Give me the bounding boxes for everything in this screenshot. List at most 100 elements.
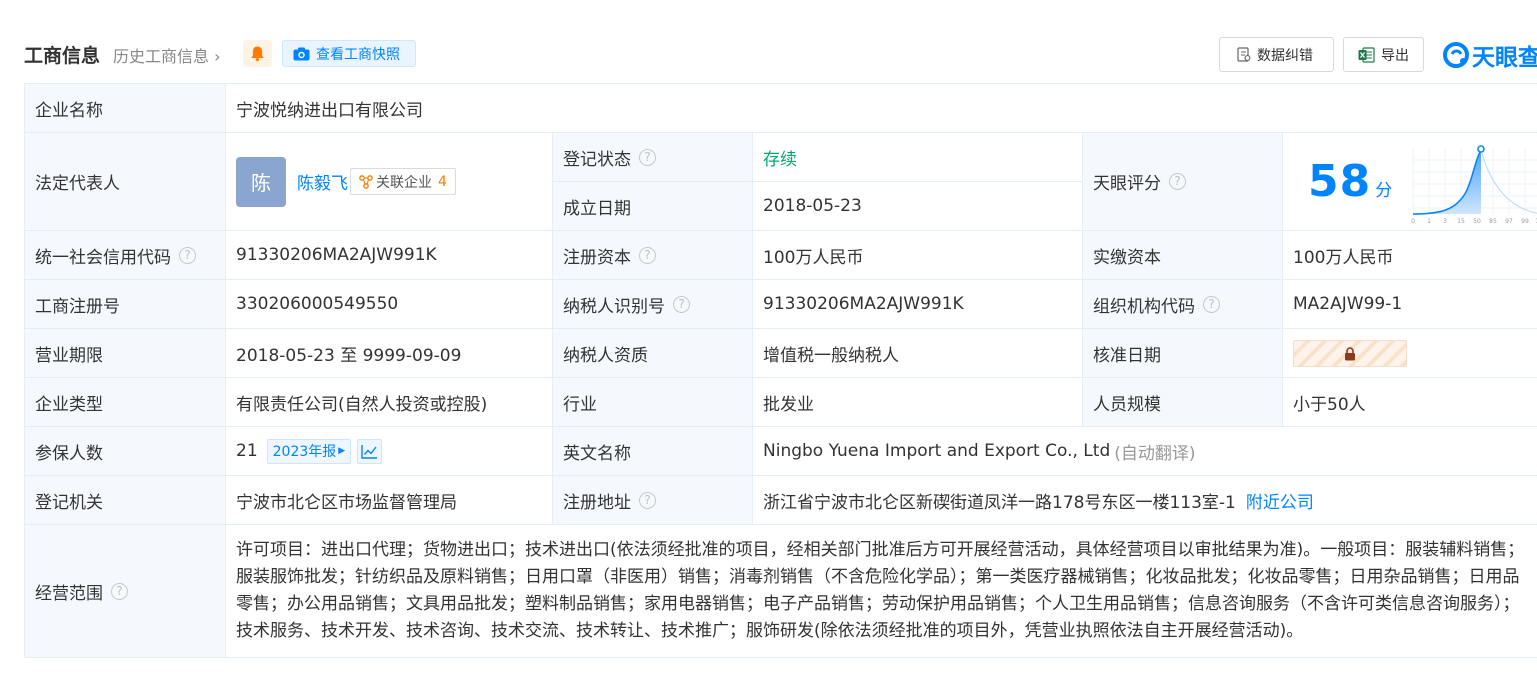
score-value[interactable]: 58 分 0131550859799100 [1283,133,1537,231]
biz-reg-no-value: 330206000549550 [226,280,553,329]
legal-rep-value: 陈 陈毅飞 关联企业 4 [226,133,553,231]
credit-code-value: 91330206MA2AJW991K [226,231,553,280]
legal-rep-name-link[interactable]: 陈毅飞 [297,169,348,194]
score-number: 58 [1308,156,1372,207]
export-label: 导出 [1381,47,1409,64]
score-chart-tick-label: 99 [1521,218,1529,225]
trend-chart-button[interactable] [357,438,383,464]
reg-status-label: 登记状态? [553,133,753,182]
company-type-value: 有限责任公司(自然人投资或控股) [226,378,553,427]
page-title: 工商信息 [24,45,101,67]
industry-value: 批发业 [753,378,1083,427]
score-chart-tick-label: 0 [1411,218,1415,225]
score-chart-tick-label: 15 [1457,218,1465,225]
export-button[interactable]: 导出 [1343,37,1424,72]
tianyancha-logo-icon [1443,42,1469,68]
approval-date-value [1283,329,1537,378]
help-icon[interactable]: ? [179,246,196,264]
score-chart-tick-label: 85 [1489,218,1497,225]
scope-label-text: 经营范围 [35,583,103,604]
paid-capital-value: 100万人民币 [1283,231,1537,280]
reg-status-value: 存续 [753,133,1083,182]
legal-rep-label-text: 法定代表人 [35,174,120,194]
bell-icon [251,46,264,62]
staff-size-label-text: 人员规模 [1093,394,1161,415]
reg-status-text: 存续 [763,149,797,170]
reg-address-value: 浙江省宁波市北仑区新碶街道凤洋一路178号东区一楼113室-1 附近公司 [753,476,1537,525]
score-chart-tick-label: 1 [1427,218,1431,225]
data-correction-button[interactable]: 数据纠错 [1219,37,1334,72]
insured-value: 21 2023年报 ▶ [226,427,553,476]
view-snapshot-button[interactable]: 查看工商快照 [282,40,416,67]
reg-authority-label: 登记机关 [25,476,226,525]
locked-value-button[interactable] [1293,339,1407,367]
scope-text: 许可项目：进出口代理；货物进出口；技术进出口(依法须经批准的项目，经相关部门批准… [236,540,1525,641]
score-chart-tick-label: 50 [1473,218,1481,225]
related-company-badge[interactable]: 关联企业 4 [350,168,456,195]
avatar[interactable]: 陈 [236,156,286,207]
bell-button[interactable] [243,40,272,67]
scope-label: 经营范围? [25,525,226,658]
established-value: 2018-05-23 [753,182,1083,231]
reg-capital-label-text: 注册资本 [563,247,631,268]
staff-size-text: 小于50人 [1293,394,1366,415]
snapshot-label: 查看工商快照 [316,46,400,63]
established-label-text: 成立日期 [563,198,631,219]
help-icon[interactable]: ? [1203,295,1220,313]
insured-label-text: 参保人数 [35,443,103,464]
help-icon[interactable]: ? [673,295,690,313]
taxpayer-qual-text: 增值税一般纳税人 [763,345,899,366]
biz-term-label-text: 营业期限 [35,345,103,366]
score-label-text: 天眼评分 [1093,174,1161,194]
biz-term-label: 营业期限 [25,329,226,378]
nearby-companies-link[interactable]: 附近公司 [1246,488,1314,513]
help-icon[interactable]: ? [1169,173,1186,190]
insured-count: 21 [236,441,258,461]
related-company-icon [359,174,373,189]
english-name-label-text: 英文名称 [563,443,631,464]
score-distribution-chart: 0131550859799100 [1411,144,1537,225]
company-type-label-text: 企业类型 [35,394,103,415]
tianyancha-logo: 天眼查 [1443,39,1537,71]
insured-label: 参保人数 [25,427,226,476]
related-company-count: 4 [438,173,447,190]
staff-size-value: 小于50人 [1283,378,1537,427]
industry-label: 行业 [553,378,753,427]
reg-authority-text: 宁波市北仑区市场监督管理局 [236,492,457,513]
taxpayer-qual-value: 增值税一般纳税人 [753,329,1083,378]
credit-code-label-text: 统一社会信用代码 [35,247,171,268]
avatar-char: 陈 [251,171,271,195]
score-chart-tick-label: 97 [1505,218,1513,225]
company-name-label: 企业名称 [25,84,226,133]
score-chart-tick-label: 3 [1443,218,1447,225]
staff-size-label: 人员规模 [1083,378,1283,427]
taxpayer-id-label: 纳税人识别号? [553,280,753,329]
help-icon[interactable]: ? [639,491,656,509]
reg-address-label: 注册地址? [553,476,753,525]
logo-text: 天眼查 [1472,45,1537,71]
company-name-text: 宁波悦纳进出口有限公司 [236,100,423,121]
org-code-label-text: 组织机构代码 [1093,296,1195,317]
help-icon[interactable]: ? [111,582,128,600]
approval-date-label-text: 核准日期 [1093,345,1161,366]
help-icon[interactable]: ? [639,246,656,264]
industry-text: 批发业 [763,394,814,415]
paid-capital-text: 100万人民币 [1293,247,1394,268]
score-unit: 分 [1375,181,1393,201]
reg-address-label-text: 注册地址 [563,492,631,513]
approval-date-label: 核准日期 [1083,329,1283,378]
help-icon[interactable]: ? [639,148,656,166]
english-name-value: Ningbo Yuena Import and Export Co., Ltd(… [753,427,1537,476]
biz-reg-no-label-text: 工商注册号 [35,296,120,317]
english-name-text: Ningbo Yuena Import and Export Co., Ltd [763,441,1111,461]
biz-term-text: 2018-05-23 至 9999-09-09 [236,345,462,366]
annual-report-badge[interactable]: 2023年报 ▶ [266,438,352,464]
established-text: 2018-05-23 [763,196,862,216]
history-business-info-link[interactable]: 历史工商信息 › [113,43,221,67]
company-type-label: 企业类型 [25,378,226,427]
business-info-table: 企业名称 宁波悦纳进出口有限公司 法定代表人 陈 陈毅飞 关联企业 4 登记状态?… [24,83,1537,658]
trend-chart-icon [361,444,378,459]
taxpayer-id-value: 91330206MA2AJW991K [753,280,1083,329]
org-code-label: 组织机构代码? [1083,280,1283,329]
company-name-label-text: 企业名称 [35,100,103,121]
